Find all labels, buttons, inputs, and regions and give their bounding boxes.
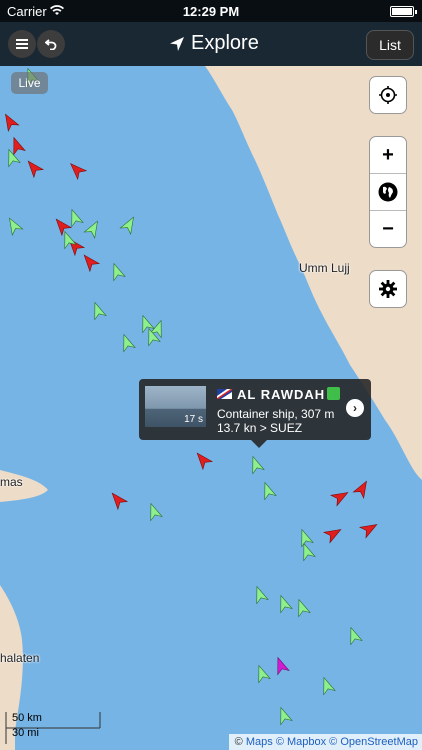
page-title-text: Explore [191, 32, 259, 54]
vessel-photo[interactable]: 17 s [145, 386, 206, 427]
vessel-popup[interactable]: 17 s AL RAWDAH Container ship, 307 m 13.… [139, 379, 371, 448]
settings-control [369, 270, 407, 308]
undo-icon [45, 39, 57, 50]
locate-control [369, 76, 407, 114]
globe-button[interactable] [370, 173, 406, 210]
battery-icon [390, 6, 417, 17]
map-attribution: © Maps © Mapbox © OpenStreetMap [228, 734, 422, 750]
menu-button[interactable] [8, 30, 36, 58]
maps-link[interactable]: Maps [246, 736, 273, 748]
settings-button[interactable] [370, 271, 406, 307]
chevron-right-icon[interactable]: › [346, 399, 364, 417]
place-label-mas: mas [0, 475, 23, 489]
zoom-control: + − [369, 136, 407, 248]
menu-icon [16, 39, 28, 49]
undo-button[interactable] [37, 30, 65, 58]
mapbox-link[interactable]: © Mapbox [276, 736, 326, 748]
page-title: Explore [169, 32, 259, 55]
gear-icon [379, 280, 397, 298]
flag-icon [217, 389, 232, 399]
globe-icon [378, 182, 398, 202]
locate-button[interactable] [370, 77, 406, 113]
osm-link[interactable]: © OpenStreetMap [329, 736, 418, 748]
photo-age: 17 s [184, 414, 203, 425]
container-type-icon [327, 387, 340, 400]
map-canvas[interactable] [0, 0, 422, 750]
zoom-out-button[interactable]: − [370, 210, 406, 247]
location-arrow-icon [170, 36, 184, 51]
scale-bar: 50 km 30 mi [6, 712, 42, 739]
vessel-speed-destination: 13.7 kn > SUEZ [217, 421, 303, 435]
place-label-halaten: halaten [0, 651, 40, 665]
clock: 12:29 PM [182, 4, 240, 19]
live-badge[interactable]: Live [11, 72, 48, 94]
vessel-description: Container ship, 307 m [217, 407, 335, 421]
crosshair-icon [379, 86, 397, 104]
status-bar: Carrier 12:29 PM [0, 0, 422, 22]
list-button[interactable]: List [366, 30, 414, 60]
attribution-prefix: © [234, 736, 243, 748]
vessel-name: AL RAWDAH [237, 387, 326, 402]
place-label-umm-lujj: Umm Lujj [299, 261, 350, 275]
nav-bar: Explore List [0, 22, 422, 66]
scale-imperial: 30 mi [12, 727, 39, 739]
scale-metric: 50 km [12, 712, 42, 724]
zoom-in-button[interactable]: + [370, 137, 406, 173]
